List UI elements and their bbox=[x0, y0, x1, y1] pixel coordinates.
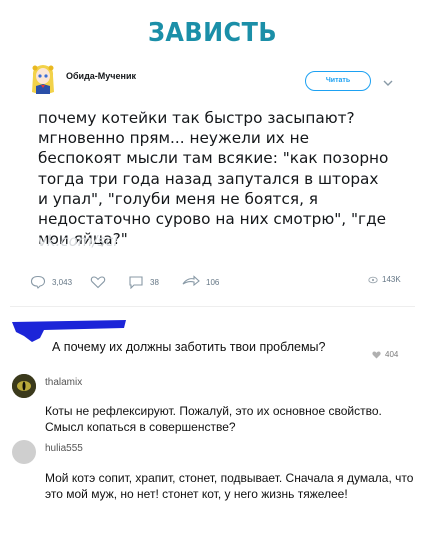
retweet-icon bbox=[182, 275, 200, 289]
chevron-down-icon[interactable] bbox=[382, 75, 394, 86]
tweet-username[interactable]: Обида-Мученик bbox=[66, 71, 136, 81]
reply-icon bbox=[30, 275, 46, 289]
comment-likes[interactable]: 404 bbox=[372, 350, 398, 359]
comment-text: Коты не рефлексируют. Пожалуй, это их ос… bbox=[45, 404, 382, 434]
comment-icon bbox=[128, 275, 144, 289]
follow-button[interactable]: Читать bbox=[305, 71, 371, 91]
views-icon bbox=[368, 276, 378, 284]
tweet-header: Обида-Мученик Читать bbox=[30, 62, 410, 106]
comment-count: 38 bbox=[150, 277, 159, 287]
comment-text: Мой котэ сопит, храпит, стонет, подвывае… bbox=[45, 471, 414, 501]
tweet-text: почему котейки так быстро засыпают? мгно… bbox=[38, 109, 389, 249]
comment-action[interactable]: 38 bbox=[128, 275, 159, 289]
comment-text: А почему их должны заботить твои проблем… bbox=[52, 340, 326, 354]
retweet-action[interactable]: 106 bbox=[182, 275, 219, 289]
retweet-count: 106 bbox=[206, 277, 220, 287]
views-stat: 143K bbox=[368, 275, 401, 284]
divider bbox=[10, 306, 415, 307]
like-action[interactable] bbox=[90, 275, 106, 289]
reply-action[interactable]: 3,043 bbox=[30, 275, 72, 289]
like-icon bbox=[90, 275, 106, 289]
page-title: ЗАВИСТЬ bbox=[147, 18, 278, 48]
tweet-actions: 3,043 38 106 143K bbox=[30, 272, 410, 294]
reply-count: 3,043 bbox=[52, 277, 73, 287]
watermark: vk.com/sci bbox=[38, 232, 118, 250]
comment-username[interactable]: hulia555 bbox=[45, 443, 83, 454]
views-count: 143K bbox=[382, 275, 401, 284]
avatar[interactable] bbox=[30, 62, 56, 96]
avatar[interactable] bbox=[12, 374, 36, 398]
likes-count: 404 bbox=[385, 350, 399, 359]
avatar[interactable] bbox=[12, 440, 36, 464]
heart-icon bbox=[372, 351, 381, 358]
comment-username[interactable]: thalamix bbox=[45, 377, 82, 388]
